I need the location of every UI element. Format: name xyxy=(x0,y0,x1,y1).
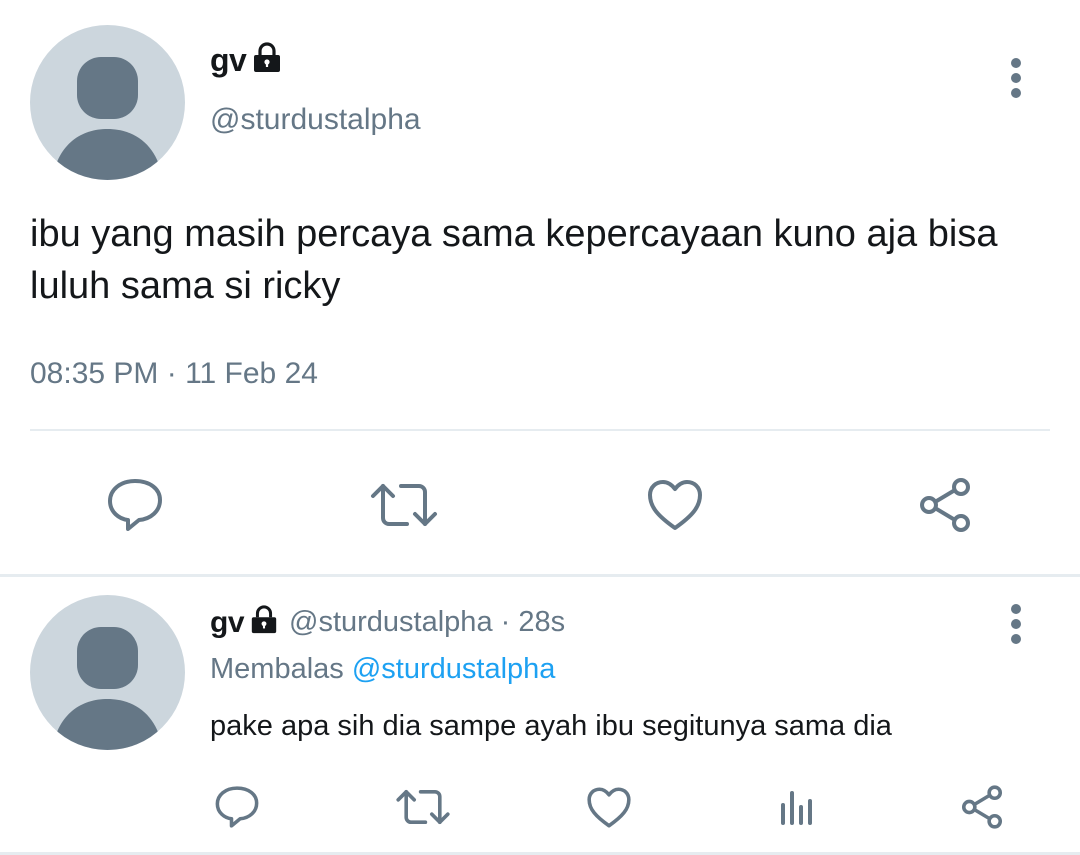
heart-icon xyxy=(648,480,702,530)
divider xyxy=(30,429,1050,431)
tweet-text: ibu yang masih percaya sama kepercayaan … xyxy=(30,213,998,307)
like-button[interactable] xyxy=(582,780,636,834)
replying-prefix: Membalas xyxy=(210,653,344,685)
lock-icon xyxy=(249,605,279,640)
display-name[interactable]: gv xyxy=(210,42,247,79)
share-icon xyxy=(961,785,1003,829)
author-handle[interactable]: @sturdustalpha xyxy=(210,103,421,137)
retweet-button[interactable] xyxy=(394,780,452,834)
retweet-icon xyxy=(371,484,437,526)
analytics-icon xyxy=(781,791,812,825)
section-divider xyxy=(0,574,1080,577)
default-avatar-icon xyxy=(52,627,163,750)
analytics-button[interactable] xyxy=(773,780,821,834)
avatar[interactable] xyxy=(30,25,185,180)
author-name-row: gv xyxy=(210,42,283,79)
mention-link[interactable]: @sturdustalpha xyxy=(352,653,556,685)
reply-button[interactable] xyxy=(100,470,170,540)
like-button[interactable] xyxy=(640,470,710,540)
lock-icon xyxy=(251,42,283,79)
tweet-timestamp: 08:35 PM · 11 Feb 24 xyxy=(30,357,318,390)
reply-button[interactable] xyxy=(210,780,264,834)
reply-icon xyxy=(108,479,162,531)
replying-to: Membalas @sturdustalpha xyxy=(210,653,555,686)
default-avatar-icon xyxy=(52,57,163,180)
more-vertical-icon[interactable] xyxy=(1011,604,1023,649)
reply-header: gv @sturdustalpha · 28s xyxy=(210,605,565,640)
retweet-button[interactable] xyxy=(366,470,442,540)
avatar[interactable] xyxy=(30,595,185,750)
reply-icon xyxy=(215,786,259,828)
share-button[interactable] xyxy=(955,780,1009,834)
share-icon xyxy=(920,478,970,532)
display-name[interactable]: gv xyxy=(210,606,245,640)
heart-icon xyxy=(587,786,631,828)
handle-and-time: @sturdustalpha · 28s xyxy=(289,606,566,638)
more-vertical-icon[interactable] xyxy=(1011,58,1023,103)
retweet-icon xyxy=(396,790,450,824)
tweet-text: pake apa sih dia sampe ayah ibu segituny… xyxy=(210,710,892,742)
share-button[interactable] xyxy=(910,470,980,540)
